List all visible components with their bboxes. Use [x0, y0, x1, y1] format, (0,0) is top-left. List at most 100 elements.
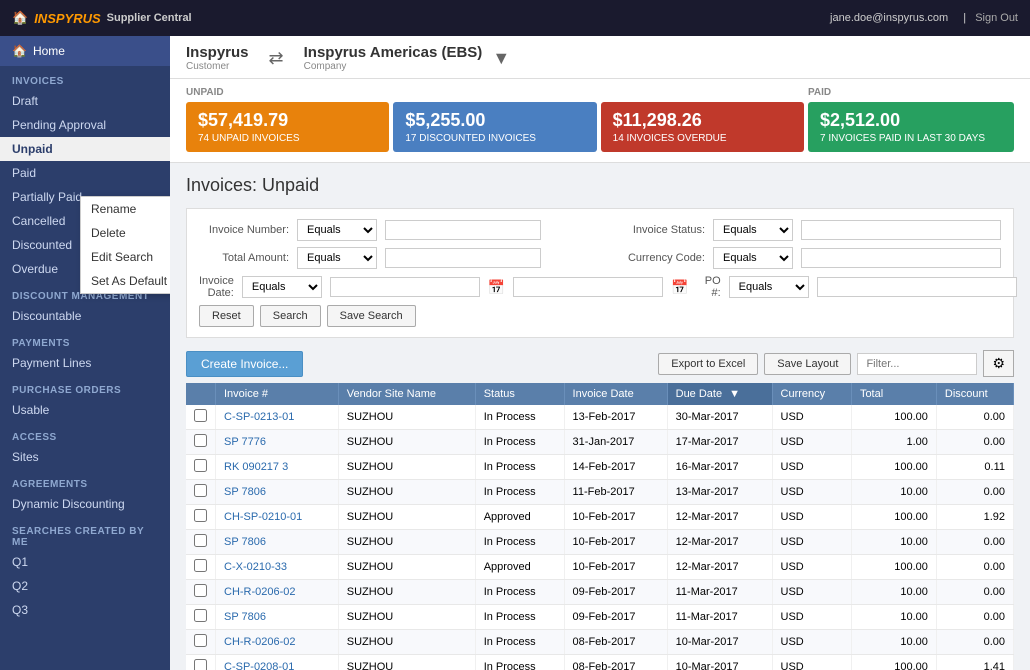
- row-invoice[interactable]: SP 7806: [216, 605, 339, 630]
- row-check[interactable]: [186, 505, 216, 530]
- row-check[interactable]: [186, 405, 216, 430]
- invoice-status-input[interactable]: [801, 220, 1001, 240]
- invoice-number-op[interactable]: Equals: [297, 219, 377, 241]
- row-check[interactable]: [186, 430, 216, 455]
- row-discount: 0.00: [936, 555, 1013, 580]
- invoice-link[interactable]: RK 090217 3: [224, 461, 288, 473]
- po-label: PO #:: [705, 275, 721, 299]
- sidebar-item-q2[interactable]: Q2: [0, 574, 170, 598]
- invoice-link[interactable]: SP 7806: [224, 611, 266, 623]
- calendar-icon-from[interactable]: 📅: [488, 279, 505, 296]
- save-search-button[interactable]: Save Search: [327, 305, 416, 327]
- col-invoice-date[interactable]: Invoice Date: [564, 383, 667, 405]
- row-invoice[interactable]: SP 7806: [216, 530, 339, 555]
- row-invoice[interactable]: C-SP-0213-01: [216, 405, 339, 430]
- row-check[interactable]: [186, 555, 216, 580]
- search-button[interactable]: Search: [260, 305, 321, 327]
- tile-discounted[interactable]: $5,255.00 17 DISCOUNTED INVOICES: [393, 102, 596, 152]
- col-vendor[interactable]: Vendor Site Name: [338, 383, 475, 405]
- table-row: C-SP-0208-01 SUZHOU In Process 08-Feb-20…: [186, 655, 1014, 670]
- invoice-link[interactable]: CH-R-0206-02: [224, 586, 296, 598]
- sidebar-home[interactable]: 🏠 Home: [0, 36, 170, 66]
- row-total: 100.00: [851, 405, 936, 430]
- sidebar-item-paid[interactable]: Paid: [0, 161, 170, 185]
- row-check[interactable]: [186, 580, 216, 605]
- row-check[interactable]: [186, 630, 216, 655]
- sidebar-item-discountable[interactable]: Discountable: [0, 304, 170, 328]
- invoice-link[interactable]: SP 7776: [224, 436, 266, 448]
- row-check[interactable]: [186, 480, 216, 505]
- sidebar-item-dynamic-discounting[interactable]: Dynamic Discounting: [0, 492, 170, 516]
- row-check[interactable]: [186, 530, 216, 555]
- invoice-link[interactable]: CH-SP-0210-01: [224, 511, 302, 523]
- row-currency: USD: [772, 405, 851, 430]
- export-button[interactable]: Export to Excel: [658, 353, 758, 375]
- col-due-date[interactable]: Due Date ▼: [667, 383, 772, 405]
- total-amount-op[interactable]: Equals: [297, 247, 377, 269]
- sign-out-link[interactable]: Sign Out: [975, 12, 1018, 24]
- tile-overdue[interactable]: $11,298.26 14 INVOICES OVERDUE: [601, 102, 804, 152]
- invoice-date-input-from[interactable]: [330, 277, 480, 297]
- currency-code-input[interactable]: [801, 248, 1001, 268]
- row-total: 1.00: [851, 430, 936, 455]
- row-invoice[interactable]: CH-SP-0210-01: [216, 505, 339, 530]
- row-check[interactable]: [186, 655, 216, 670]
- po-input[interactable]: [817, 277, 1017, 297]
- sidebar-item-draft[interactable]: Draft: [0, 89, 170, 113]
- row-invoice[interactable]: SP 7806: [216, 480, 339, 505]
- save-layout-button[interactable]: Save Layout: [764, 353, 851, 375]
- invoice-number-input[interactable]: [385, 220, 541, 240]
- context-rename[interactable]: Rename: [81, 197, 170, 221]
- row-check[interactable]: [186, 605, 216, 630]
- row-invoice[interactable]: RK 090217 3: [216, 455, 339, 480]
- company-label: Company: [304, 61, 483, 72]
- invoice-date-input-to[interactable]: [513, 277, 663, 297]
- po-op[interactable]: Equals: [729, 276, 809, 298]
- total-amount-input[interactable]: [385, 248, 541, 268]
- sidebar-item-unpaid[interactable]: Unpaid: [0, 137, 170, 161]
- filter-options-button[interactable]: ⚙: [983, 350, 1014, 377]
- col-discount[interactable]: Discount: [936, 383, 1013, 405]
- row-discount: 0.00: [936, 580, 1013, 605]
- reset-button[interactable]: Reset: [199, 305, 254, 327]
- sidebar-item-usable[interactable]: Usable: [0, 398, 170, 422]
- invoice-link[interactable]: SP 7806: [224, 536, 266, 548]
- currency-code-op[interactable]: Equals: [713, 247, 793, 269]
- row-invoice[interactable]: C-SP-0208-01: [216, 655, 339, 670]
- row-invoice[interactable]: CH-R-0206-02: [216, 580, 339, 605]
- invoice-link[interactable]: C-X-0210-33: [224, 561, 287, 573]
- sidebar-item-sites[interactable]: Sites: [0, 445, 170, 469]
- invoice-link[interactable]: SP 7806: [224, 486, 266, 498]
- col-total[interactable]: Total: [851, 383, 936, 405]
- row-invoice[interactable]: CH-R-0206-02: [216, 630, 339, 655]
- filter-input[interactable]: [857, 353, 977, 375]
- context-set-default[interactable]: Set As Default: [81, 269, 170, 293]
- tile-unpaid[interactable]: $57,419.79 74 UNPAID INVOICES: [186, 102, 389, 152]
- invoice-link[interactable]: C-SP-0213-01: [224, 411, 294, 423]
- col-currency[interactable]: Currency: [772, 383, 851, 405]
- invoice-status-op[interactable]: Equals: [713, 219, 793, 241]
- col-invoice[interactable]: Invoice #: [216, 383, 339, 405]
- toolbar-right: Export to Excel Save Layout ⚙: [658, 350, 1014, 377]
- tile-paid[interactable]: $2,512.00 7 INVOICES PAID IN LAST 30 DAY…: [808, 102, 1014, 152]
- main-content: Inspyrus Customer ⇄ Inspyrus Americas (E…: [170, 36, 1030, 670]
- row-check[interactable]: [186, 455, 216, 480]
- create-invoice-button[interactable]: Create Invoice...: [186, 351, 303, 377]
- context-delete[interactable]: Delete: [81, 221, 170, 245]
- sidebar-item-q1[interactable]: Q1: [0, 550, 170, 574]
- row-vendor: SUZHOU: [338, 530, 475, 555]
- row-vendor: SUZHOU: [338, 605, 475, 630]
- row-invoice[interactable]: C-X-0210-33: [216, 555, 339, 580]
- sidebar-item-q3[interactable]: Q3: [0, 598, 170, 622]
- invoice-link[interactable]: C-SP-0208-01: [224, 661, 294, 670]
- row-invoice[interactable]: SP 7776: [216, 430, 339, 455]
- col-status[interactable]: Status: [475, 383, 564, 405]
- row-vendor: SUZHOU: [338, 555, 475, 580]
- context-edit-search[interactable]: Edit Search: [81, 245, 170, 269]
- row-vendor: SUZHOU: [338, 655, 475, 670]
- invoice-link[interactable]: CH-R-0206-02: [224, 636, 296, 648]
- invoice-date-op[interactable]: Equals: [242, 276, 322, 298]
- calendar-icon-to[interactable]: 📅: [671, 279, 688, 296]
- sidebar-item-payment-lines[interactable]: Payment Lines: [0, 351, 170, 375]
- sidebar-item-pending-approval[interactable]: Pending Approval: [0, 113, 170, 137]
